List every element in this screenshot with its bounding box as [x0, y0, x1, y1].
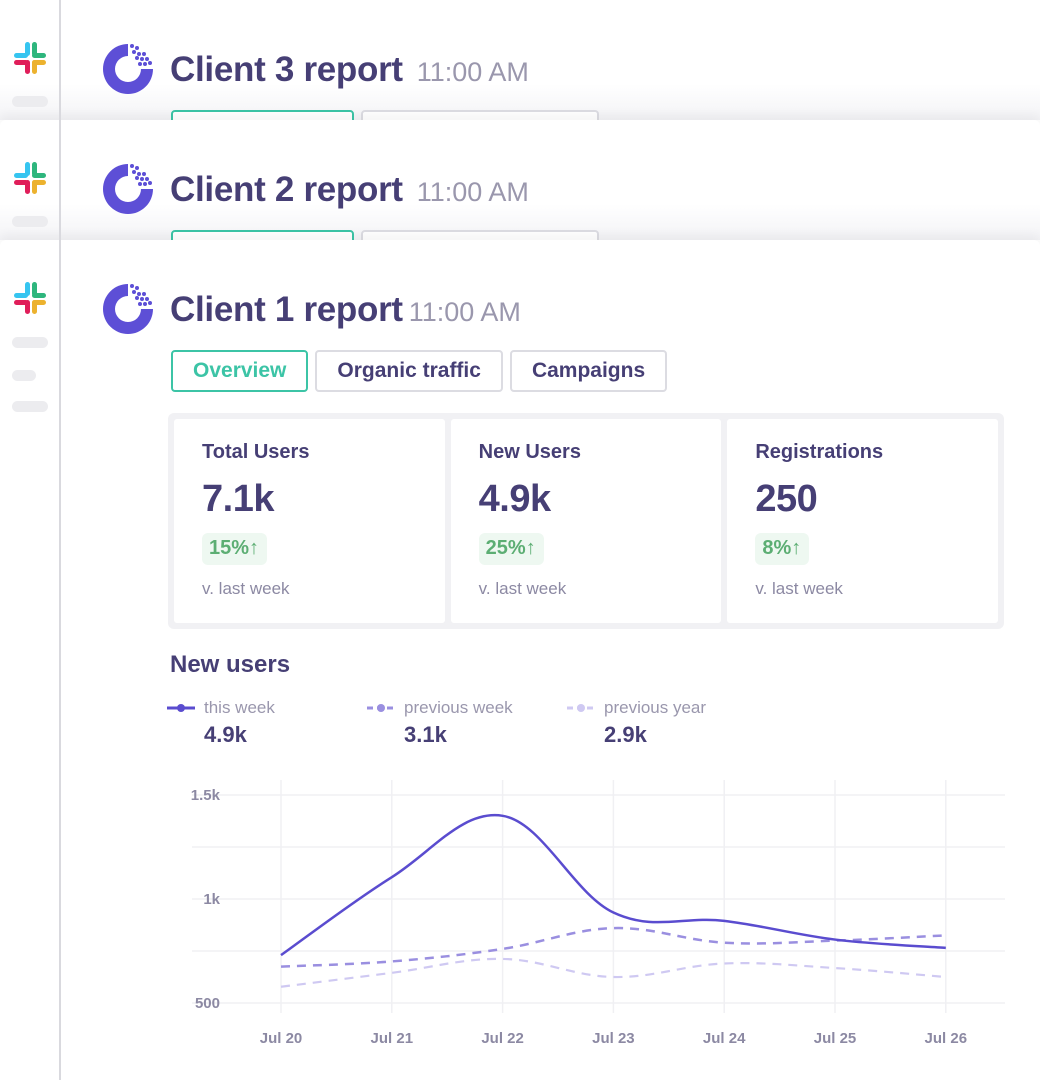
report-title: Client 1 report 11:00 AM [170, 290, 521, 329]
stat-comparison: v. last week [202, 579, 290, 598]
x-tick-label: Jul 22 [481, 1030, 524, 1047]
analytics-logo-icon [103, 284, 153, 334]
y-tick-label: 1.5k [191, 787, 221, 804]
analytics-logo-icon [103, 164, 153, 214]
legend-item-this-week[interactable]: this week 4.9k [166, 698, 275, 748]
report-time: 11:00 AM [416, 57, 529, 87]
report-title: Client 2 report 11:00 AM [170, 170, 529, 209]
legend-item-previous-week[interactable]: previous week 3.1k [366, 698, 513, 748]
tab-organic-traffic[interactable]: Organic traffic [315, 350, 503, 392]
legend-value: 3.1k [404, 722, 447, 747]
legend-label: previous year [604, 698, 707, 717]
stats-panel: Total Users 7.1k 15%↑ v. last week New U… [168, 413, 1004, 629]
x-tick-label: Jul 25 [814, 1030, 857, 1047]
x-tick-label: Jul 20 [260, 1030, 303, 1047]
y-tick-label: 1k [203, 891, 220, 908]
slack-icon [14, 162, 46, 194]
stat-label: Registrations [755, 441, 884, 463]
legend-label: this week [204, 698, 275, 717]
stat-label: New Users [478, 441, 581, 463]
x-tick-label: Jul 23 [592, 1030, 635, 1047]
tab-bar: Overview Organic traffic Campaigns [171, 350, 668, 392]
stat-card-new-users: New Users 4.9k 25%↑ v. last week [450, 419, 722, 623]
report-card-client-1: Client 1 report 11:00 AM Overview Organic… [0, 240, 1040, 1080]
y-tick-label: 500 [195, 995, 220, 1012]
change-badge: 8%↑ [755, 533, 810, 565]
stat-card-total-users: Total Users 7.1k 15%↑ v. last week [174, 419, 445, 623]
stat-card-registrations: Registrations 250 8%↑ v. last week [727, 419, 999, 623]
report-card-client-2[interactable]: Client 2 report 11:00 AM [0, 120, 1040, 240]
x-tick-label: Jul 24 [703, 1030, 746, 1047]
change-badge: 25%↑ [478, 533, 544, 565]
x-tick-label: Jul 26 [925, 1030, 968, 1047]
stat-label: Total Users [202, 441, 310, 463]
legend-value: 4.9k [204, 722, 247, 747]
report-time: 11:00 AM [408, 297, 521, 327]
tab-organic-traffic[interactable] [361, 110, 599, 120]
sidebar-placeholder [12, 370, 36, 381]
report-card-client-3[interactable]: Client 3 report 11:00 AM [0, 0, 1040, 120]
tab-campaigns[interactable]: Campaigns [509, 350, 668, 392]
tab-overview[interactable] [171, 230, 354, 240]
tab-overview[interactable]: Overview [171, 350, 309, 392]
sidebar-placeholder [12, 216, 48, 227]
chart-title: New users [170, 651, 291, 678]
sidebar-divider [59, 0, 61, 1080]
new-users-line-chart: 500 1k 1.5k Jul 20 Jul 21 Jul 22 Jul 23 Jul 24 J… [191, 780, 1005, 1047]
sidebar-placeholder [12, 337, 48, 348]
stat-comparison: v. last week [478, 579, 567, 598]
legend-label: previous week [404, 698, 513, 717]
legend-solid-line-icon [167, 704, 195, 712]
stat-value: 4.9k [478, 478, 551, 520]
legend-value: 2.9k [604, 722, 647, 747]
tab-overview[interactable] [171, 110, 354, 120]
slack-icon [14, 42, 46, 74]
sidebar-placeholder [12, 401, 48, 412]
stat-value: 7.1k [202, 478, 274, 520]
stat-value: 250 [755, 478, 818, 520]
report-time: 11:00 AM [416, 177, 529, 207]
slack-icon [14, 282, 46, 314]
report-title: Client 3 report 11:00 AM [170, 50, 529, 89]
tab-organic-traffic[interactable] [361, 230, 599, 240]
change-badge: 15%↑ [202, 533, 268, 565]
tab-bar [171, 230, 599, 240]
x-tick-label: Jul 21 [371, 1030, 414, 1047]
tab-bar [171, 110, 599, 120]
sidebar-placeholder [12, 96, 48, 107]
analytics-logo-icon [103, 44, 153, 94]
legend-item-previous-year[interactable]: previous year 2.9k [566, 698, 706, 748]
legend-dashed-line-icon [567, 704, 595, 712]
legend-dashed-line-icon [367, 704, 395, 712]
stat-comparison: v. last week [755, 579, 843, 598]
